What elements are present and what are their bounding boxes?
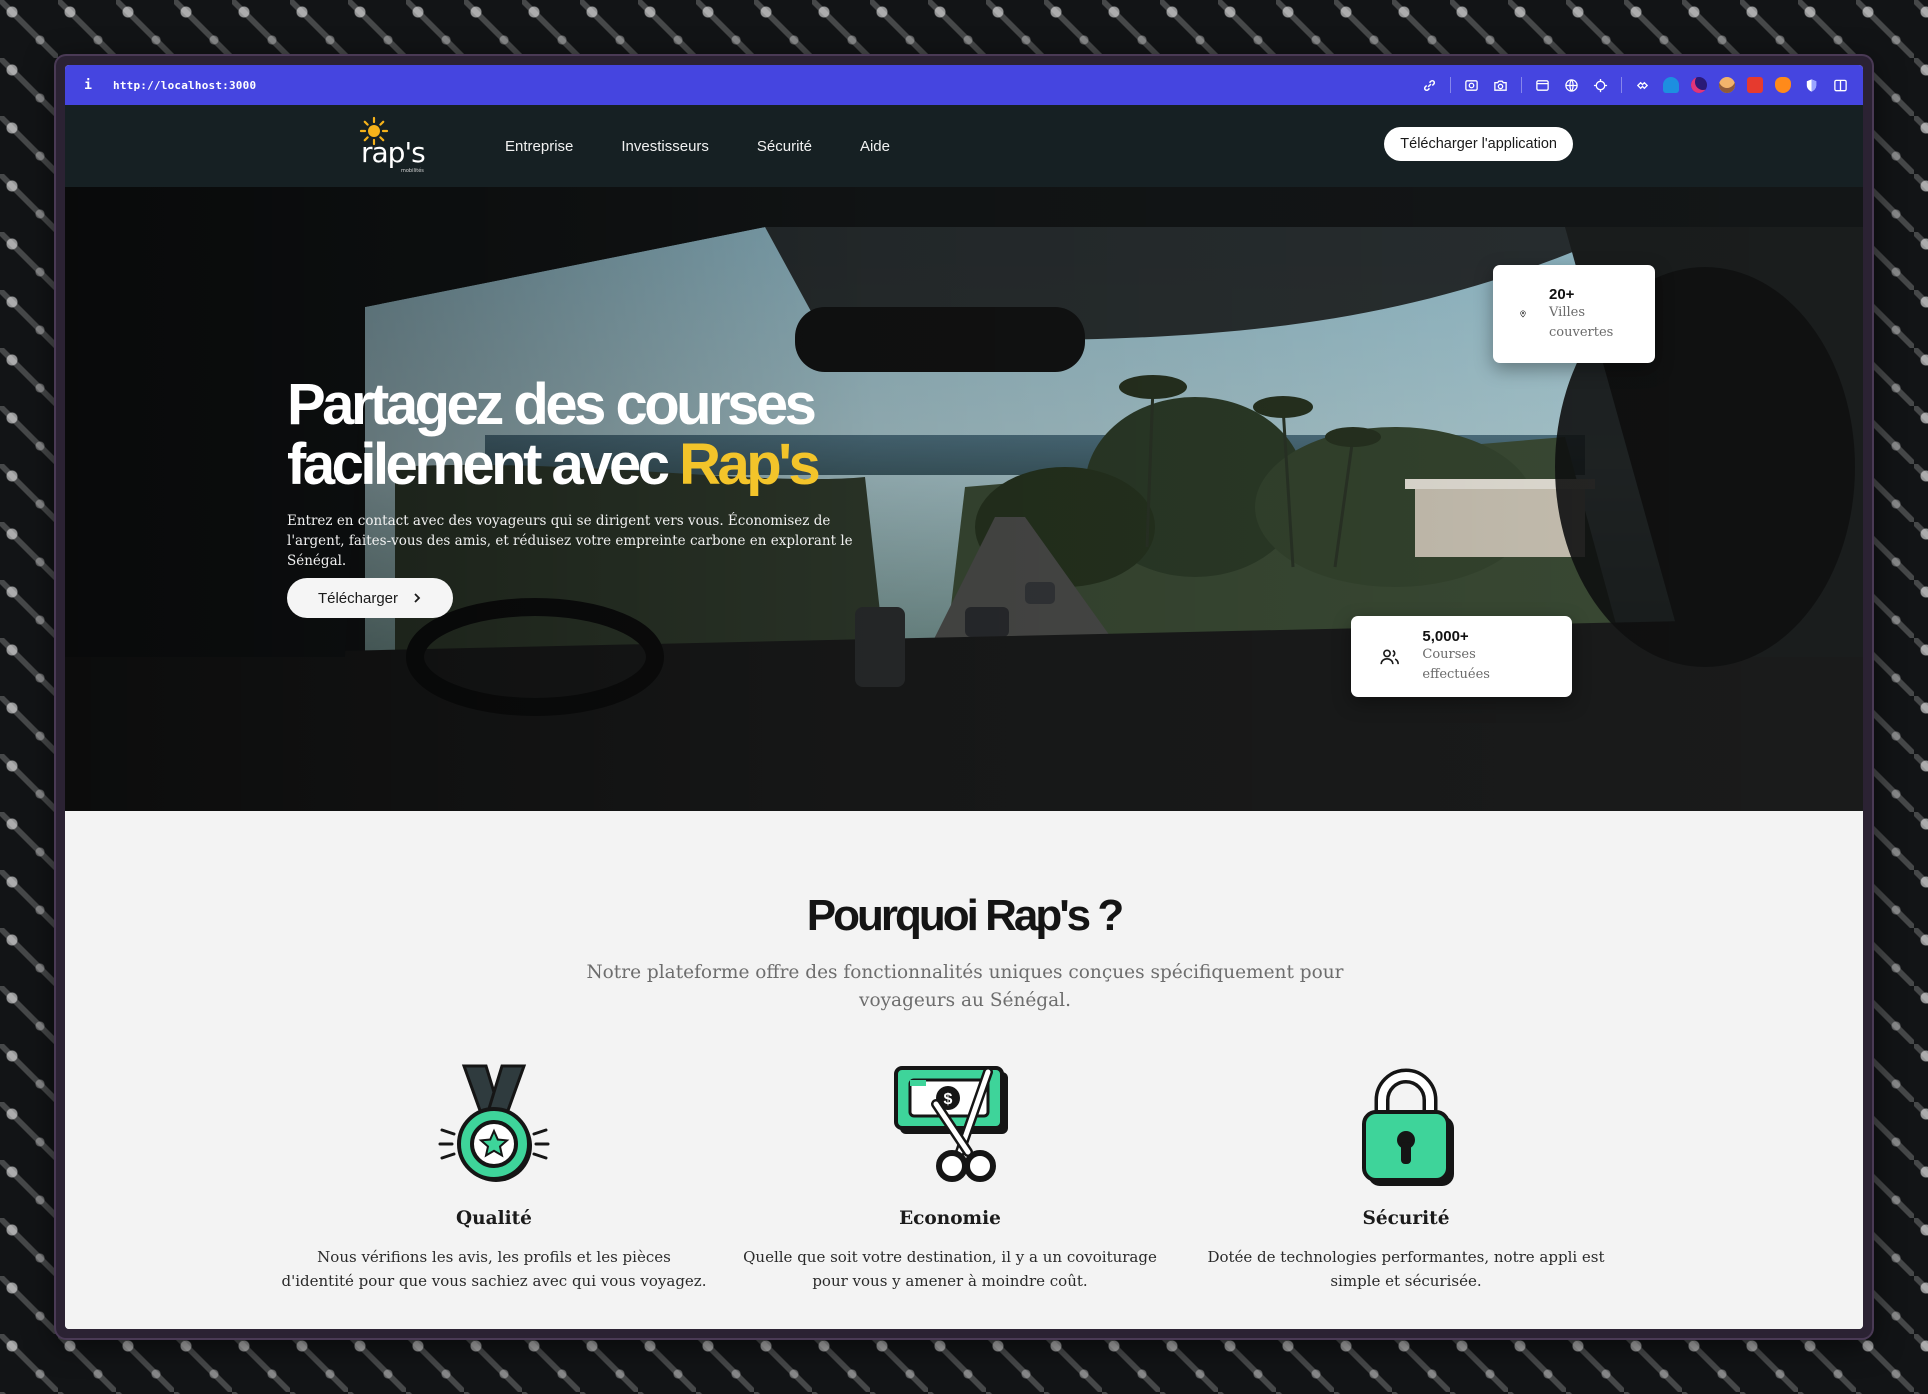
feature-economy: $ Economie Quelle que soit votre destina… [735,1064,1165,1293]
browser-toolbar [1421,77,1849,94]
cut-price-icon: $ [894,1066,1008,1182]
browser-window: i http://localhost:3000 rap's mobilités … [56,56,1872,1338]
hero-title-line1: Partagez des courses [287,372,817,437]
screenshot-icon[interactable] [1463,77,1480,94]
stat-rides-text: 5,000+ Courses effectuées [1422,628,1544,685]
nav-link-entreprise[interactable]: Entreprise [505,138,573,155]
users-icon [1380,649,1399,664]
hero-title: Partagez des courses facilement avec Rap… [287,372,821,497]
address-bar[interactable]: i http://localhost:3000 [65,65,1863,105]
hero-title-prefix: facilement avec [287,432,680,497]
feature-economy-name: Economie [899,1208,1001,1229]
svg-text:$: $ [944,1091,953,1108]
feature-security: Sécurité Dotée de technologies performan… [1191,1064,1621,1293]
url-text[interactable]: http://localhost:3000 [113,79,256,92]
stat-rides-label: Courses effectuées [1422,647,1490,682]
padlock-icon [1362,1068,1454,1186]
window-icon[interactable] [1534,77,1551,94]
feature-quality-desc: Nous vérifions les avis, les profils et … [281,1248,707,1290]
medal-icon [438,1064,550,1182]
camera-icon[interactable] [1492,77,1509,94]
extensions-icon[interactable] [1634,77,1651,94]
chevron-right-icon [414,593,421,603]
stat-card-cities: 20+ Villes couvertes [1493,265,1655,363]
stat-cities-label: Villes couvertes [1549,304,1614,340]
sidebar-icon[interactable] [1832,77,1849,94]
logo-tagline: mobilités [401,168,424,174]
hero-title-accent: Rap's [679,432,821,497]
stat-card-rides: 5,000+ Courses effectuées [1351,616,1572,697]
hero-download-button[interactable]: Télécharger [287,578,453,618]
feature-security-name: Sécurité [1362,1208,1450,1229]
crosshair-icon[interactable] [1592,77,1609,94]
nav-links: Entreprise Investisseurs Sécurité Aide [505,138,890,155]
raps-logo[interactable]: rap's mobilités [359,116,439,176]
ext-blue-icon[interactable] [1663,77,1679,93]
ext-orange-icon[interactable] [1775,77,1791,93]
toolbar-divider [1621,77,1622,93]
features-section: Pourquoi Rap's ? Notre plateforme offre … [65,811,1863,1329]
stat-cities-value: 20+ [1549,285,1575,303]
feature-economy-desc: Quelle que soit votre destination, il y … [743,1248,1157,1290]
link-icon[interactable] [1421,77,1438,94]
info-icon[interactable]: i [79,78,97,93]
toolbar-divider [1521,77,1522,93]
hero-subtitle: Entrez en contact avec des voyageurs qui… [287,513,853,569]
site-header: rap's mobilités Entreprise Investisseurs… [65,105,1863,187]
browser-viewport: i http://localhost:3000 rap's mobilités … [65,65,1863,1329]
stat-cities-text: 20+ Villes couvertes [1549,286,1629,343]
ext-purple-icon[interactable] [1691,77,1707,93]
features-subtitle: Notre plateforme offre des fonctionnalit… [586,962,1344,1011]
map-pin-icon [1520,310,1526,318]
download-app-button[interactable]: Télécharger l'application [1384,127,1573,161]
hero-download-label: Télécharger [317,589,399,607]
features-title: Pourquoi Rap's ? [806,891,1124,940]
globe-icon[interactable] [1563,77,1580,94]
ext-red-icon[interactable] [1747,77,1763,93]
feature-quality: Qualité Nous vérifions les avis, les pro… [279,1064,709,1293]
nav-link-investisseurs[interactable]: Investisseurs [621,138,709,155]
ext-avatar-icon[interactable] [1719,77,1735,93]
nav-link-aide[interactable]: Aide [860,138,890,155]
logo-wordmark: rap's [361,136,426,169]
stat-rides-value: 5,000+ [1422,628,1469,645]
feature-quality-name: Qualité [456,1208,532,1229]
shield-icon[interactable] [1803,77,1820,94]
nav-link-securite[interactable]: Sécurité [757,138,812,155]
hero-title-line2: facilement avec Rap's [287,432,821,497]
feature-security-desc: Dotée de technologies performantes, notr… [1207,1248,1605,1290]
toolbar-divider [1450,77,1451,93]
hero-section: Partagez des courses facilement avec Rap… [65,187,1863,811]
